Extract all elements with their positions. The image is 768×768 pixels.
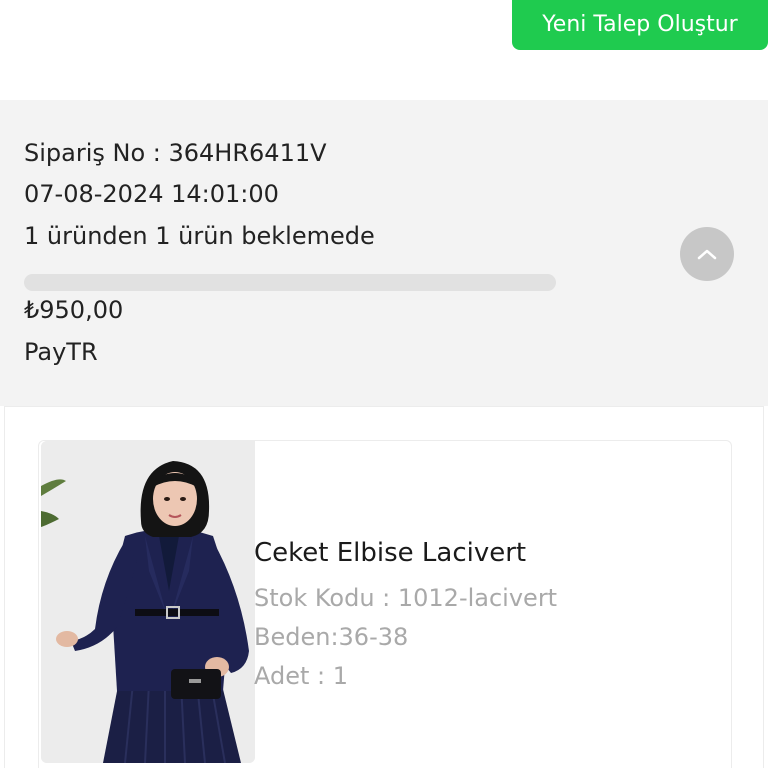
order-number: Sipariş No : 364HR6411V [24,139,327,167]
order-summary-panel: Sipariş No : 364HR6411V 07-08-2024 14:01… [0,100,768,406]
new-request-button[interactable]: Yeni Talep Oluştur [512,0,768,50]
product-name: Ceket Elbise Lacivert [254,538,527,568]
product-size: Beden:36-38 [254,623,409,651]
order-status: 1 üründen 1 ürün beklemede [24,222,375,250]
order-total: ₺950,00 [24,296,124,324]
collapse-order-button[interactable] [680,227,734,281]
product-photo-illustration [41,441,255,763]
product-image [41,441,255,763]
order-progress-bar [24,274,556,291]
payment-method: PayTR [24,338,98,366]
order-products-card: Ceket Elbise Lacivert Stok Kodu : 1012-l… [4,406,764,768]
product-item[interactable]: Ceket Elbise Lacivert Stok Kodu : 1012-l… [38,440,732,768]
product-quantity: Adet : 1 [254,662,349,690]
product-stock-code: Stok Kodu : 1012-lacivert [254,584,558,612]
new-request-label: Yeni Talep Oluştur [542,11,738,37]
chevron-up-icon [697,249,717,260]
order-detail-page: Yeni Talep Oluştur Sipariş No : 364HR641… [0,0,768,768]
order-date: 07-08-2024 14:01:00 [24,180,279,208]
